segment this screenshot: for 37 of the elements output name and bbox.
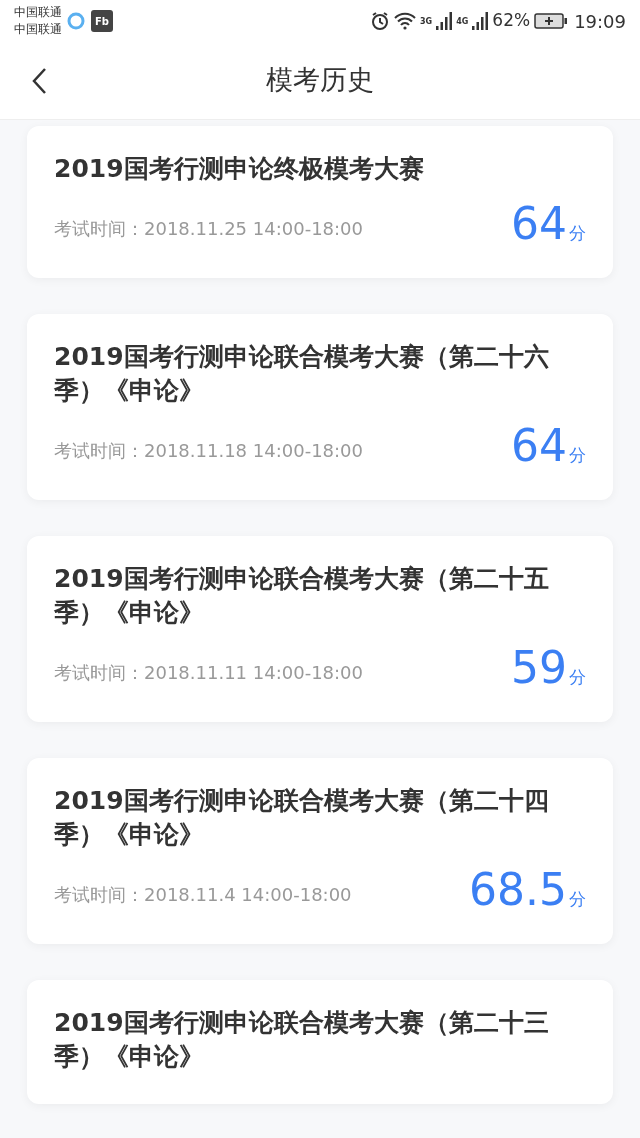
signal-icon (436, 12, 453, 30)
app-icon (66, 11, 86, 31)
carrier-label: 中国联通 (14, 21, 62, 38)
alarm-clock-icon (370, 11, 391, 31)
battery-percent: 62% (492, 9, 531, 33)
exam-time: 考试时间：2018.11.4 14:00-18:00 (54, 883, 352, 907)
exam-title: 2019国考行测申论联合模考大赛（第二十六季）《申论》 (54, 341, 550, 407)
battery-charging-icon (534, 13, 569, 29)
exam-card[interactable]: 2019国考行测申论联合模考大赛（第二十五季）《申论》 考试时间：2018.11.11 14:00-18:00 59 分 (27, 536, 613, 722)
exam-card[interactable]: 2019国考行测申论联合模考大赛（第二十四季）《申论》 考试时间：2018.11.4 14:00-18:00 68.5 分 (27, 758, 613, 944)
score-value: 64 (511, 200, 567, 248)
score-unit: 分 (569, 665, 586, 689)
exam-time: 考试时间：2018.11.18 14:00-18:00 (54, 439, 364, 463)
exam-title: 2019国考行测申论终极模考大赛 (54, 153, 425, 185)
exam-title: 2019国考行测申论联合模考大赛（第二十五季）《申论》 (54, 563, 550, 629)
signal-icon (472, 12, 489, 30)
app-icon: Fb (91, 10, 113, 32)
score-value: 68.5 (469, 866, 567, 914)
clock-time: 19:09 (574, 9, 626, 34)
wifi-icon (394, 12, 417, 30)
exam-card[interactable]: 2019国考行测申论联合模考大赛（第二十六季）《申论》 考试时间：2018.11.18 14:00-18:00 64 分 (27, 314, 613, 500)
score-unit: 分 (569, 443, 586, 467)
exam-time: 考试时间：2018.11.11 14:00-18:00 (54, 661, 364, 685)
page-title: 模考历史 (266, 63, 374, 98)
network-label: 4G (456, 15, 469, 28)
exam-title: 2019国考行测申论联合模考大赛（第二十四季）《申论》 (54, 785, 550, 851)
exam-time: 考试时间：2018.11.25 14:00-18:00 (54, 217, 364, 241)
exam-title: 2019国考行测申论联合模考大赛（第二十三季）《申论》 (54, 1007, 550, 1073)
exam-card[interactable]: 2019国考行测申论联合模考大赛（第二十三季）《申论》 (27, 980, 613, 1104)
score-value: 64 (511, 422, 567, 470)
score-unit: 分 (569, 221, 586, 245)
score-value: 59 (511, 644, 567, 692)
carrier-label: 中国联通 (14, 4, 62, 21)
back-icon (31, 67, 47, 95)
exam-card[interactable]: 2019国考行测申论终极模考大赛 考试时间：2018.11.25 14:00-18:00 64 分 (27, 126, 613, 278)
score-unit: 分 (569, 887, 586, 911)
network-label: 3G (420, 15, 433, 28)
